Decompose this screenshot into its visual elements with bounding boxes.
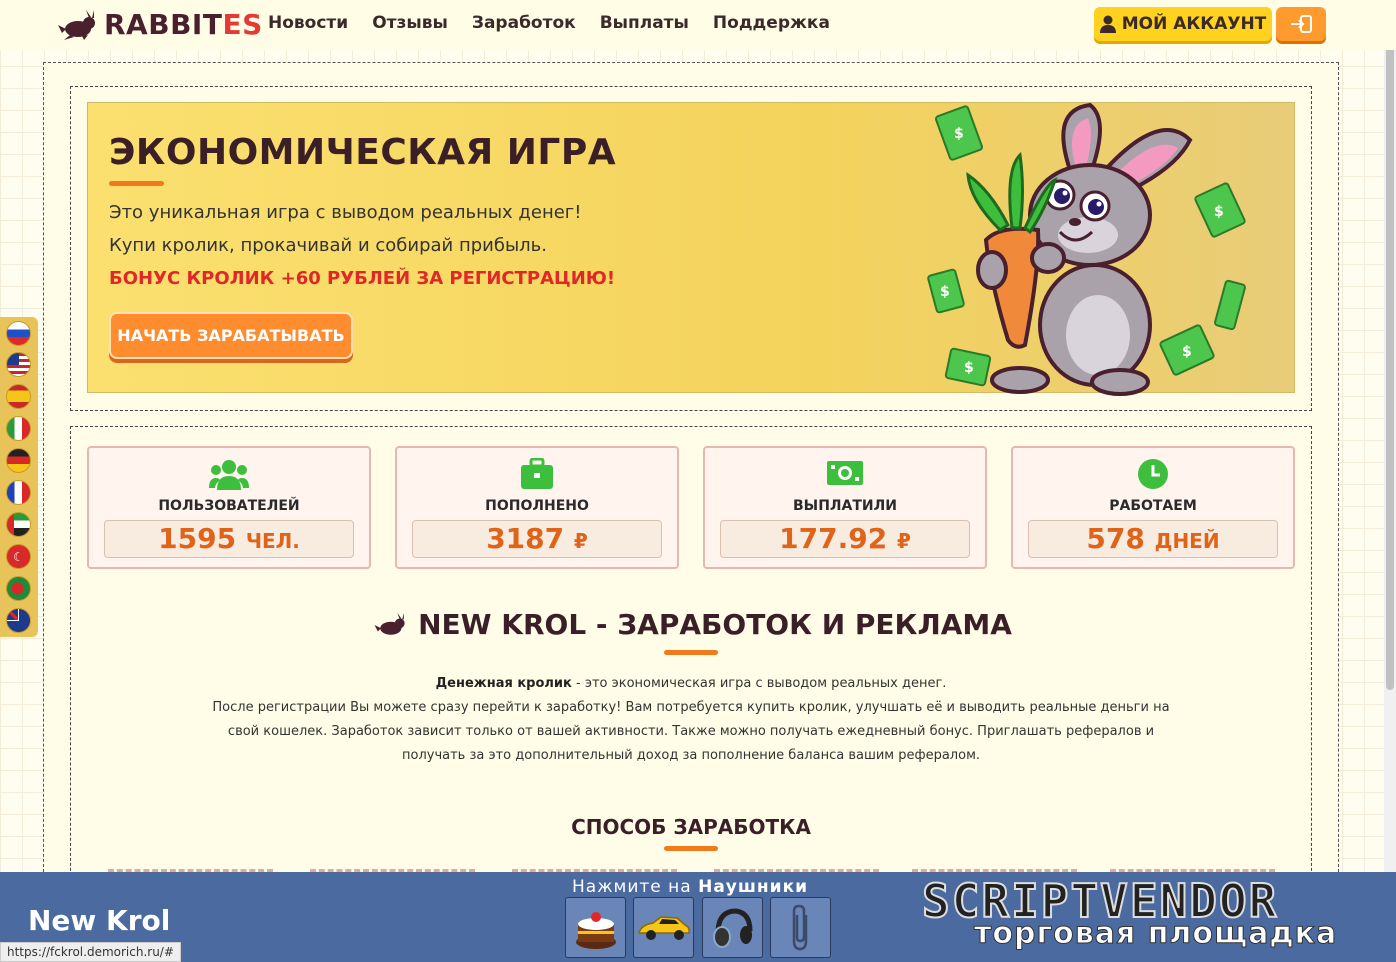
flag-au-icon[interactable]: [6, 608, 31, 633]
main-nav: Новости Отзывы Заработок Выплаты Поддерж…: [268, 13, 830, 33]
svg-text:$: $: [964, 360, 974, 376]
nav-payouts[interactable]: Выплаты: [600, 13, 689, 33]
stat-label: РАБОТАЕМ: [1109, 498, 1197, 514]
stat-value-box: 578 ДНЕЙ: [1028, 520, 1278, 558]
flag-us-icon[interactable]: [6, 352, 31, 377]
stat-working-days: РАБОТАЕМ 578 ДНЕЙ: [1011, 446, 1295, 569]
captcha-tile-car[interactable]: [633, 897, 694, 958]
start-earning-button[interactable]: НАЧАТЬ ЗАРАБАТЫВАТЬ: [109, 312, 353, 359]
stat-value: 3187: [486, 522, 565, 555]
car-icon: [637, 915, 690, 940]
stat-value-box: 1595 ЧЕЛ.: [104, 520, 354, 558]
flag-ru-icon[interactable]: [6, 321, 31, 346]
headphones-icon: [712, 907, 752, 948]
rabbit-logo-icon: [58, 9, 95, 40]
site-header: RABBITES Новости Отзывы Заработок Выплат…: [0, 0, 1396, 50]
stat-label: ПОПОЛНЕНО: [485, 498, 589, 514]
stat-label: ПОЛЬЗОВАТЕЛЕЙ: [158, 498, 300, 514]
about-text: Денежная кролик - это экономическая игра…: [200, 672, 1182, 768]
flag-bd-icon[interactable]: [6, 576, 31, 601]
status-url: https://fckrol.demorich.ru/#: [0, 942, 181, 962]
site-logo[interactable]: RABBITES: [56, 8, 263, 41]
about-bold: Денежная кролик: [435, 676, 572, 691]
about-title: NEW KROL - ЗАРАБОТОК И РЕКЛАМА: [0, 608, 1382, 641]
users-icon: [209, 460, 249, 490]
my-account-button[interactable]: МОЙ АККАУНТ: [1094, 7, 1272, 41]
user-icon: [1099, 15, 1116, 33]
scriptvendor-tagline: торговая площадка: [973, 916, 1338, 952]
logout-button[interactable]: [1276, 7, 1326, 41]
stat-value: 177.92: [779, 522, 888, 555]
stat-value: 578: [1086, 522, 1145, 555]
promo-bar: New Krol https://fckrol.demorich.ru/# На…: [0, 872, 1396, 962]
stat-unit: ₽: [896, 529, 911, 553]
scrollbar-thumb[interactable]: [1386, 2, 1394, 690]
captcha-tile-cake[interactable]: [565, 897, 626, 958]
flag-tr-icon[interactable]: ☾: [6, 544, 31, 569]
stat-unit: ДНЕЙ: [1154, 529, 1220, 553]
nav-news[interactable]: Новости: [268, 13, 348, 33]
page-scrollbar[interactable]: [1384, 0, 1396, 872]
method-title: СПОСОБ ЗАРАБОТКА: [571, 815, 811, 839]
hero-bonus: БОНУС КРОЛИК +60 РУБЛЕЙ ЗА РЕГИСТРАЦИЮ!: [109, 268, 616, 289]
flag-fr-icon[interactable]: [6, 480, 31, 505]
logo-text: RABBITES: [104, 8, 263, 41]
my-account-label: МОЙ АККАУНТ: [1121, 14, 1267, 34]
flag-de-icon[interactable]: [6, 448, 31, 473]
rabbit-mascot-image: $ $ $ $ $: [927, 102, 1246, 396]
about-intro: - это экономическая игра с выводом реаль…: [571, 676, 947, 691]
clock-icon: [1138, 459, 1168, 489]
stat-label: ВЫПЛАТИЛИ: [793, 498, 897, 514]
hero-line-1: Это уникальная игра с выводом реальных д…: [109, 202, 582, 223]
stat-deposited: ПОПОЛНЕНО 3187 ₽: [395, 446, 679, 569]
captcha-tile-headphones[interactable]: [702, 897, 763, 958]
captcha-hint: Нажмите на Наушники: [572, 877, 809, 897]
hero-line-2: Купи кролик, прокачивай и собирай прибыл…: [109, 235, 547, 256]
money-icon: [827, 461, 863, 485]
svg-text:$: $: [1214, 204, 1224, 220]
stat-paid-out: ВЫПЛАТИЛИ 177.92 ₽: [703, 446, 987, 569]
stat-users: ПОЛЬЗОВАТЕЛЕЙ 1595 ЧЕЛ.: [87, 446, 371, 569]
rabbit-logo-icon: [374, 612, 405, 635]
svg-text:$: $: [1182, 344, 1192, 360]
captcha-tile-paperclip[interactable]: [770, 897, 831, 958]
stat-value: 1595: [158, 522, 237, 555]
language-switcher: ☾: [0, 317, 38, 637]
brand-name: New Krol: [28, 904, 171, 937]
cake-icon: [575, 911, 616, 949]
hero-title: ЭКОНОМИЧЕСКАЯ ИГРА: [109, 132, 617, 173]
about-body: После регистрации Вы можете сразу перейт…: [212, 700, 1170, 763]
method-title-underline: [664, 846, 718, 851]
svg-text:$: $: [940, 284, 950, 300]
stat-value-box: 177.92 ₽: [720, 520, 970, 558]
briefcase-icon: [521, 458, 553, 489]
nav-reviews[interactable]: Отзывы: [372, 13, 448, 33]
about-title-text: NEW KROL - ЗАРАБОТОК И РЕКЛАМА: [418, 608, 1012, 641]
captcha-target: Наушники: [698, 877, 809, 897]
stat-unit: ЧЕЛ.: [245, 529, 300, 553]
hero-title-underline: [109, 181, 164, 186]
stat-value-box: 3187 ₽: [412, 520, 662, 558]
flag-it-icon[interactable]: [6, 416, 31, 441]
stat-unit: ₽: [573, 529, 588, 553]
about-title-underline: [664, 650, 718, 655]
paperclip-icon: [792, 904, 807, 950]
nav-earnings[interactable]: Заработок: [472, 13, 576, 33]
svg-text:$: $: [954, 126, 964, 142]
nav-support[interactable]: Поддержка: [713, 13, 830, 33]
flag-es-icon[interactable]: [6, 384, 31, 409]
sign-in-icon: [1291, 15, 1312, 33]
flag-ae-icon[interactable]: [6, 512, 31, 537]
